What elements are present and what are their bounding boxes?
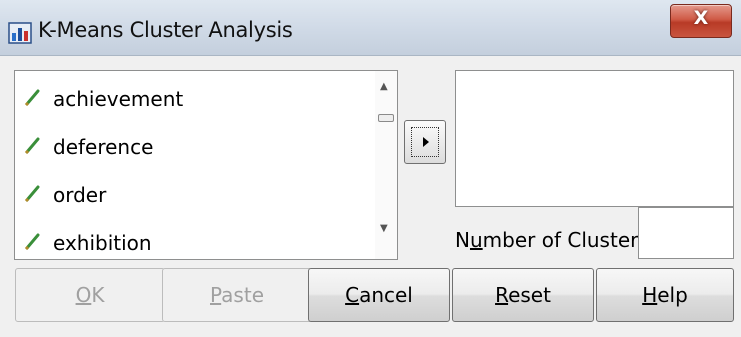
window-title: K-Means Cluster Analysis (38, 18, 293, 42)
variable-label: exhibition (53, 231, 152, 255)
variable-label: order (53, 183, 107, 207)
cancel-button[interactable]: Cancel (308, 268, 450, 322)
scroll-up-arrow-icon[interactable]: ▲ (380, 81, 388, 92)
variable-label: deference (53, 135, 154, 159)
scroll-thumb[interactable] (378, 114, 394, 122)
help-button[interactable]: Help (596, 268, 734, 322)
number-of-clusters-label: Number of Clusters: (455, 228, 656, 252)
close-button[interactable]: X (670, 4, 732, 38)
right-arrow-icon (423, 137, 429, 147)
close-icon: X (693, 7, 709, 29)
scale-variable-icon (24, 137, 40, 155)
variable-label: achievement (53, 87, 184, 111)
scale-variable-icon (24, 185, 40, 203)
scale-variable-icon (24, 233, 40, 251)
ok-button[interactable]: OK (15, 268, 165, 322)
scale-variable-icon (24, 89, 40, 107)
target-variables-list[interactable] (455, 70, 734, 207)
vertical-scrollbar[interactable]: ▲ ▼ (375, 71, 397, 259)
source-variable-list[interactable]: achievement deference order exhibition ▲… (14, 70, 398, 260)
paste-button[interactable]: Paste (162, 268, 312, 322)
reset-button[interactable]: Reset (452, 268, 594, 322)
number-of-clusters-input[interactable] (638, 207, 734, 259)
scroll-down-arrow-icon[interactable]: ▼ (380, 223, 388, 234)
move-variable-button[interactable] (404, 120, 446, 164)
spss-app-icon (8, 21, 32, 45)
title-bar[interactable]: K-Means Cluster Analysis X (0, 0, 741, 56)
